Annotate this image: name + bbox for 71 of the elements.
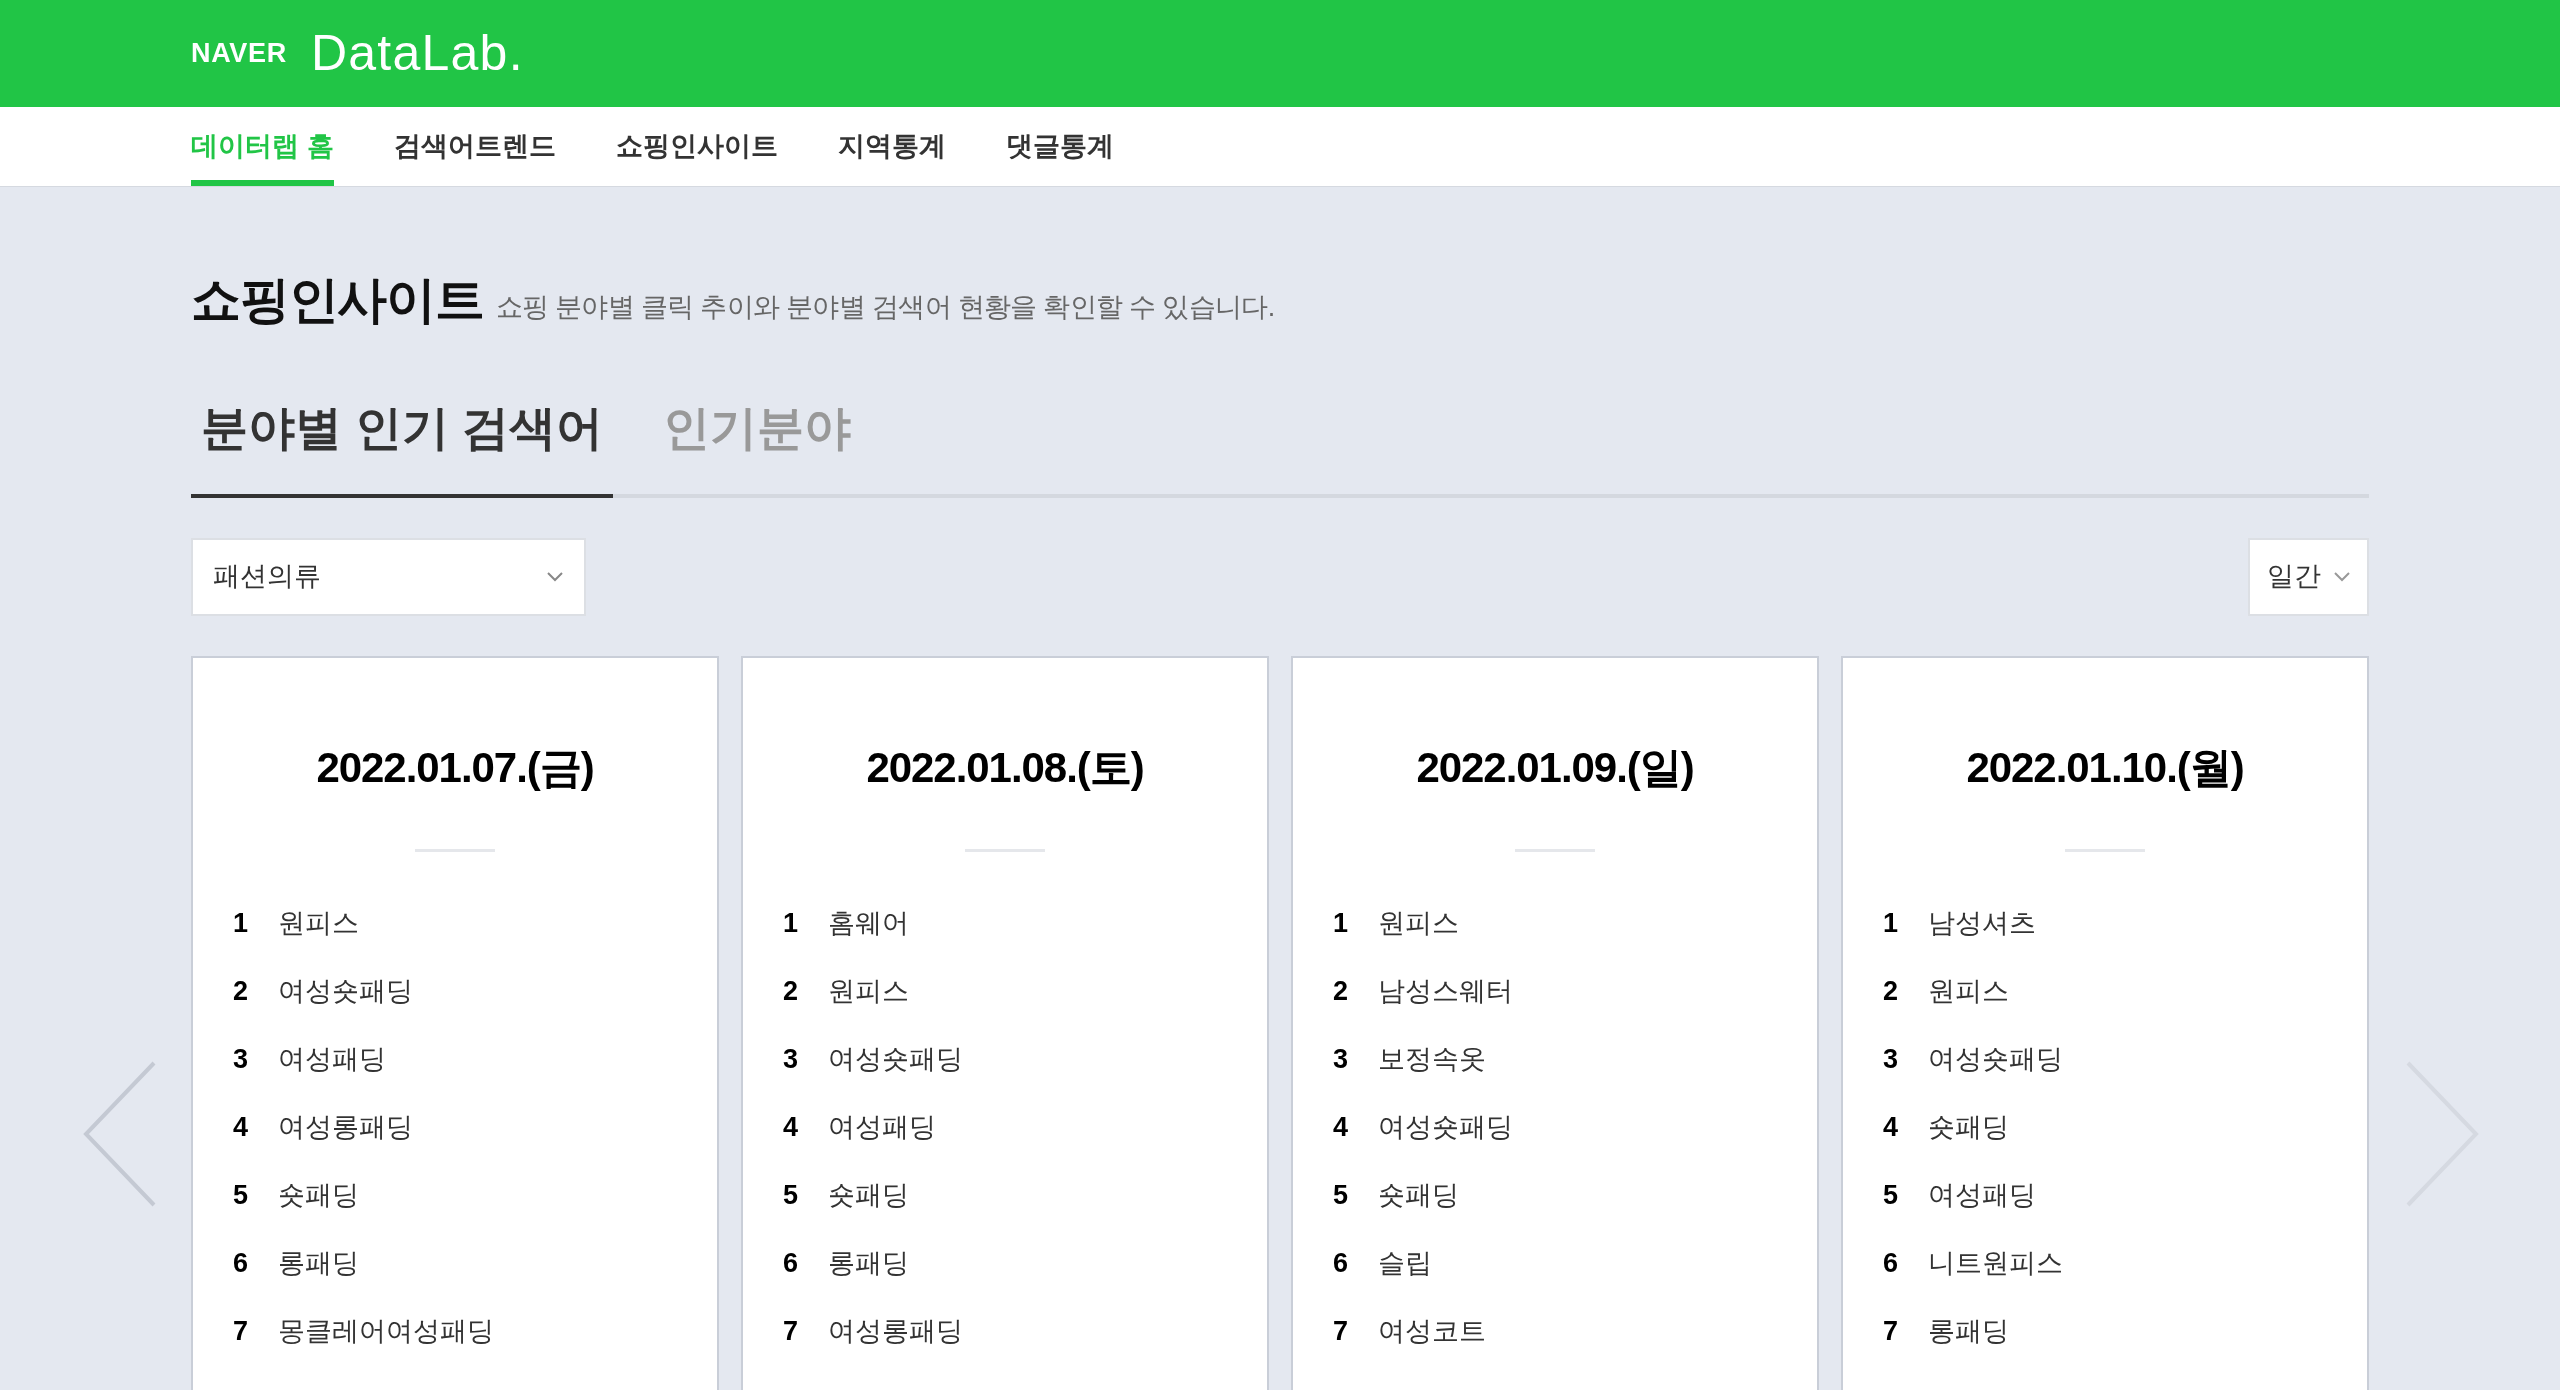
keyword-link[interactable]: 홈웨어 <box>828 903 909 944</box>
rank-number: 4 <box>1333 1111 1350 1145</box>
keyword-link[interactable]: 원피스 <box>828 971 909 1012</box>
rank-number: 7 <box>1883 1315 1900 1349</box>
page-description: 쇼핑 분야별 클릭 추이와 분야별 검색어 현황을 확인할 수 있습니다. <box>495 294 1275 324</box>
keyword-link[interactable]: 몽클레어여성패딩 <box>278 1311 494 1352</box>
rank-number: 5 <box>233 1179 250 1213</box>
rank-number: 2 <box>783 975 800 1009</box>
nav-link[interactable]: 댓글통계 <box>1005 107 1114 186</box>
keyword-link[interactable]: 여성패딩 <box>828 1107 936 1148</box>
tab[interactable]: 분야별 인기 검색어 <box>191 393 614 498</box>
nav-link[interactable]: 지역통계 <box>837 107 946 186</box>
nav-link[interactable]: 쇼핑인사이트 <box>615 107 778 186</box>
keyword-link[interactable]: 숏패딩 <box>1928 1107 2009 1148</box>
card-date: 2022.01.07.(금) <box>315 742 595 793</box>
rank-number: 1 <box>1883 907 1900 941</box>
keyword-link[interactable]: 여성숏패딩 <box>1928 1039 2063 1080</box>
keyword-link[interactable]: 여성코트 <box>1378 1311 1486 1352</box>
rank-number: 2 <box>1883 975 1900 1009</box>
rank-number: 6 <box>1883 1247 1900 1281</box>
category-select[interactable]: 패션의류 <box>191 537 586 616</box>
chevron-down-icon <box>546 570 564 583</box>
rank-number: 1 <box>1333 907 1350 941</box>
rank-number: 5 <box>783 1179 800 1213</box>
keyword-link[interactable]: 숏패딩 <box>828 1175 909 1216</box>
keyword-link[interactable]: 숏패딩 <box>278 1175 359 1216</box>
keyword-link[interactable]: 남성셔츠 <box>1928 903 2036 944</box>
rank-number: 5 <box>1333 1179 1350 1213</box>
keyword-link[interactable]: 니트원피스 <box>1928 1243 2063 1284</box>
rank-number: 7 <box>233 1315 250 1349</box>
period-select[interactable]: 일간 <box>2248 537 2369 616</box>
card-date: 2022.01.09.(일) <box>1415 742 1695 793</box>
keyword-link[interactable]: 여성롱패딩 <box>828 1311 963 1352</box>
card-date: 2022.01.10.(월) <box>1965 742 2245 793</box>
keyword-link[interactable]: 여성롱패딩 <box>278 1107 413 1148</box>
rank-number: 1 <box>783 907 800 941</box>
keyword-link[interactable]: 여성패딩 <box>1928 1175 2036 1216</box>
rank-number: 3 <box>1883 1043 1900 1077</box>
rank-number: 3 <box>233 1043 250 1077</box>
keyword-link[interactable]: 숏패딩 <box>1378 1175 1459 1216</box>
keyword-link[interactable]: 여성숏패딩 <box>828 1039 963 1080</box>
rank-number: 7 <box>1333 1315 1350 1349</box>
chevron-down-icon <box>2332 570 2351 583</box>
rank-number: 4 <box>783 1111 800 1145</box>
card-date: 2022.01.08.(토) <box>865 742 1145 793</box>
nav-link[interactable]: 검색어트렌드 <box>393 107 556 186</box>
rank-number: 6 <box>233 1247 250 1281</box>
page-title: 쇼핑인사이트 <box>191 275 484 325</box>
rank-number: 4 <box>233 1111 250 1145</box>
keyword-link[interactable]: 원피스 <box>1928 971 2009 1012</box>
keyword-link[interactable]: 보정속옷 <box>1378 1039 1486 1080</box>
keyword-link[interactable]: 여성패딩 <box>278 1039 386 1080</box>
keyword-link[interactable]: 원피스 <box>278 903 359 944</box>
keyword-link[interactable]: 원피스 <box>1378 903 1459 944</box>
keyword-link[interactable]: 롱패딩 <box>1928 1311 2009 1352</box>
rank-number: 5 <box>1883 1179 1900 1213</box>
rank-number: 6 <box>783 1247 800 1281</box>
rank-number: 4 <box>1883 1111 1900 1145</box>
rank-number: 7 <box>783 1315 800 1349</box>
rank-number: 6 <box>1333 1247 1350 1281</box>
rank-number: 1 <box>233 907 250 941</box>
keyword-link[interactable]: 롱패딩 <box>278 1243 359 1284</box>
rank-number: 2 <box>1333 975 1350 1009</box>
rank-number: 2 <box>233 975 250 1009</box>
keyword-link[interactable]: 롱패딩 <box>828 1243 909 1284</box>
keyword-link[interactable]: 여성숏패딩 <box>1378 1107 1513 1148</box>
keyword-link[interactable]: 슬립 <box>1378 1243 1432 1284</box>
rank-number: 3 <box>783 1043 800 1077</box>
rank-number: 3 <box>1333 1043 1350 1077</box>
keyword-link[interactable]: 여성숏패딩 <box>278 971 413 1012</box>
keyword-link[interactable]: 남성스웨터 <box>1378 971 1513 1012</box>
